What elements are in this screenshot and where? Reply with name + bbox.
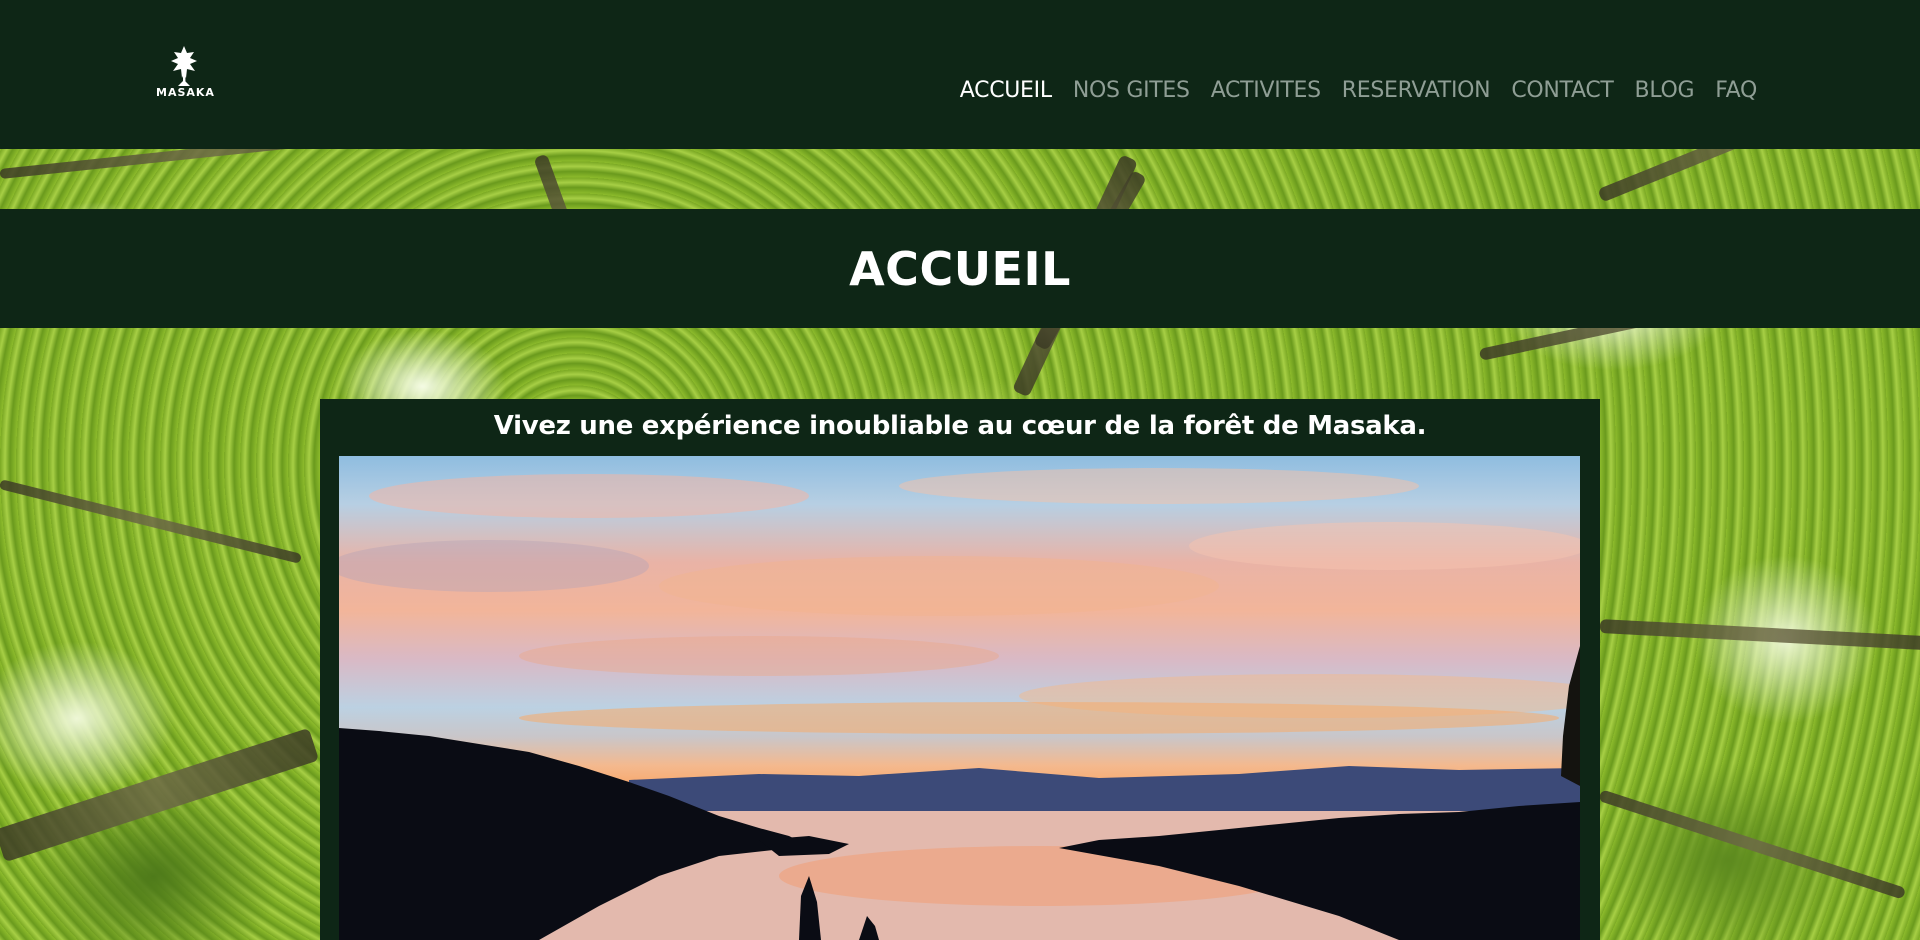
lake-sunset-image [339,456,1580,940]
logo-text: MASAKA [156,86,215,99]
site-header: MASAKA ACCUEIL NOS GITES ACTIVITES RESER… [0,0,1920,149]
nav-item-nos-gites[interactable]: NOS GITES [1073,78,1190,103]
logo-link[interactable]: MASAKA [156,44,215,104]
nav-item-contact[interactable]: CONTACT [1511,78,1614,103]
tree-icon [171,46,197,86]
welcome-card: Vivez une expérience inoubliable au cœur… [320,399,1600,940]
nav-item-accueil[interactable]: ACCUEIL [960,78,1052,103]
nav-item-reservation[interactable]: RESERVATION [1342,78,1491,103]
page-title: ACCUEIL [849,241,1071,296]
nav-item-activites[interactable]: ACTIVITES [1211,78,1321,103]
main-navigation: ACCUEIL NOS GITES ACTIVITES RESERVATION … [960,78,1758,103]
welcome-tagline: Vivez une expérience inoubliable au cœur… [493,411,1427,441]
nav-item-faq[interactable]: FAQ [1715,78,1757,103]
page-title-band: ACCUEIL [0,209,1920,328]
nav-item-blog[interactable]: BLOG [1635,78,1695,103]
